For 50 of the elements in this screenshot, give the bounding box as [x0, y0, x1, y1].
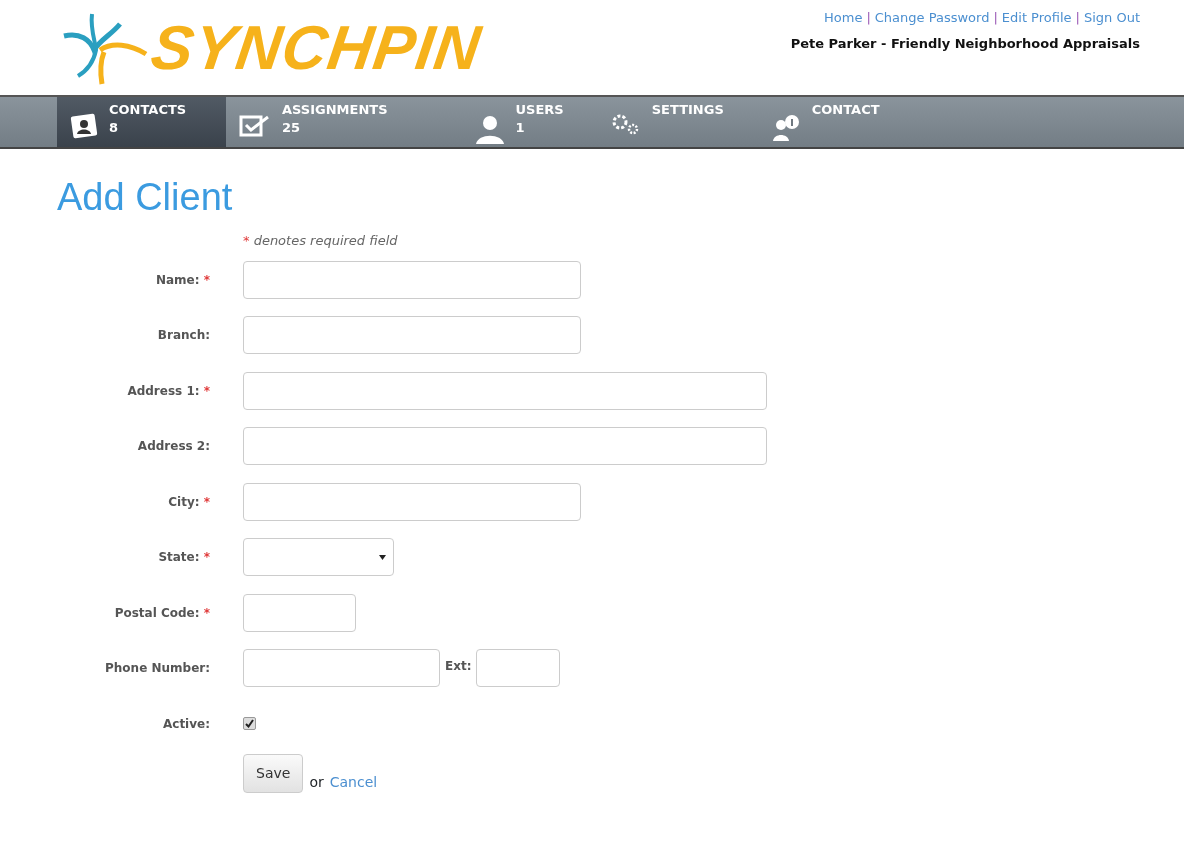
- nav-tab-label: CONTACTS: [109, 101, 187, 119]
- link-separator: |: [993, 10, 998, 25]
- ext-label: Ext:: [445, 658, 472, 676]
- header-link[interactable]: Home: [824, 10, 863, 25]
- nav-tab-label: CONTACT: [811, 101, 880, 119]
- nav-tab-count: 1: [515, 119, 526, 138]
- text-input[interactable]: [243, 371, 767, 410]
- state-dropdown[interactable]: [243, 538, 394, 577]
- field-label: Address 2:: [136, 438, 210, 456]
- user-name: Pete Parker - Friendly Neighborhood Appraisals: [790, 34, 1140, 53]
- nav-tab-label: ASSIGNMENTS: [282, 101, 388, 119]
- nav-tab-label: USERS: [515, 101, 564, 119]
- nav-tab[interactable]: USERS 1: [461, 97, 578, 147]
- page-title: Add Client: [57, 175, 234, 220]
- link-separator: |: [1075, 10, 1080, 25]
- text-input[interactable]: [243, 593, 356, 632]
- nav-tab[interactable]: CONTACTS 8: [57, 97, 226, 147]
- header-link[interactable]: Change Password: [874, 10, 990, 25]
- or-text: or: [309, 772, 324, 792]
- nav-tab-label: SETTINGS: [651, 101, 724, 119]
- field-label: Address 1: *: [126, 382, 210, 400]
- text-input[interactable]: [243, 482, 581, 521]
- text-input[interactable]: [243, 316, 581, 355]
- field-label: Branch:: [156, 327, 210, 345]
- person-icon: [473, 113, 506, 145]
- field-label: Name: *: [154, 271, 210, 289]
- cancel-link[interactable]: Cancel: [329, 771, 378, 793]
- header-link[interactable]: Edit Profile: [1001, 10, 1072, 25]
- field-label: State: *: [157, 549, 210, 567]
- required-legend: * denotes required field: [243, 230, 1184, 251]
- field-label: Postal Code: *: [113, 604, 210, 622]
- ext-input[interactable]: [476, 649, 561, 688]
- nav-tab-count: 8: [109, 119, 120, 138]
- nav-tab-count: 25: [282, 119, 302, 138]
- contact-card-icon: [69, 113, 99, 139]
- save-button[interactable]: Save: [243, 753, 304, 793]
- field-label: Phone Number:: [104, 660, 210, 678]
- nav-tab[interactable]: ASSIGNMENTS 25: [226, 97, 402, 147]
- active-checkbox[interactable]: [243, 717, 256, 731]
- text-input[interactable]: [243, 427, 767, 466]
- text-input[interactable]: [243, 260, 581, 299]
- caret-icon: [379, 554, 386, 560]
- field-label: City: *: [167, 493, 210, 511]
- nav-tab[interactable]: SETTINGS: [597, 97, 738, 147]
- logo-text: SYNCHPIN: [147, 16, 485, 79]
- field-label: Active:: [162, 715, 210, 733]
- header-link[interactable]: Sign Out: [1083, 10, 1140, 25]
- phone-input[interactable]: [243, 649, 440, 688]
- nav-tab[interactable]: CONTACT: [757, 97, 894, 147]
- link-separator: |: [866, 10, 871, 25]
